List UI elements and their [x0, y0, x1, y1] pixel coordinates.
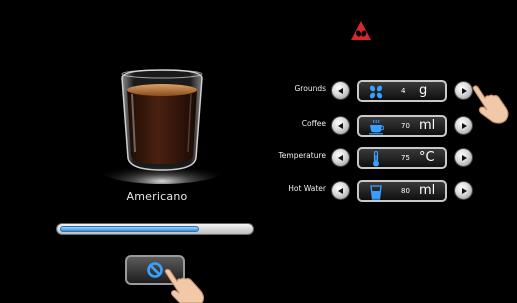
setting-label: Temperature	[278, 151, 326, 160]
brew-progress-bar	[56, 223, 254, 235]
hot-water-value: 80	[401, 187, 410, 195]
arrow-left-icon	[337, 187, 343, 194]
thermometer-icon	[373, 151, 379, 167]
drink-image	[100, 69, 224, 184]
decrease-temperature-button[interactable]	[332, 149, 349, 166]
coffee-value: 70	[401, 122, 410, 130]
progress-fill	[60, 226, 199, 232]
setting-label: Hot Water	[288, 184, 326, 193]
setting-label: Coffee	[301, 119, 326, 128]
arrow-right-icon	[461, 122, 467, 129]
hot-water-value-field[interactable]: 80 ml	[357, 180, 447, 202]
coffee-machine-screen: Americano Grounds 4 g Coffee 70 ml Tempe…	[0, 0, 517, 303]
temperature-value: 75	[401, 154, 410, 162]
coffee-beans-icon	[369, 85, 383, 99]
grounds-unit: g	[419, 83, 428, 98]
temperature-unit: °C	[419, 150, 435, 165]
arrow-left-icon	[337, 87, 343, 94]
setting-row-coffee: Coffee 70 ml	[270, 115, 480, 137]
water-glass-icon	[370, 185, 382, 200]
coffee-logo-icon	[351, 21, 371, 40]
coffee-value-field[interactable]: 70 ml	[357, 115, 447, 137]
coffee-cup-icon	[369, 119, 384, 135]
increase-hot-water-button[interactable]	[455, 182, 472, 199]
setting-row-hot-water: Hot Water 80 ml	[270, 180, 480, 202]
decrease-grounds-button[interactable]	[332, 82, 349, 99]
drink-name-label: Americano	[126, 190, 188, 203]
arrow-right-icon	[461, 187, 467, 194]
pointing-hand-icon	[472, 85, 509, 124]
coffee-unit: ml	[419, 118, 436, 133]
setting-label: Grounds	[294, 84, 327, 93]
pointing-hand-icon	[164, 268, 205, 303]
setting-row-temperature: Temperature 75 °C	[270, 147, 480, 169]
arrow-left-icon	[337, 154, 343, 161]
increase-temperature-button[interactable]	[455, 149, 472, 166]
decrease-coffee-button[interactable]	[332, 117, 349, 134]
hot-water-unit: ml	[419, 183, 436, 198]
arrow-right-icon	[461, 154, 467, 161]
arrow-left-icon	[337, 122, 343, 129]
setting-row-grounds: Grounds 4 g	[270, 80, 480, 102]
grounds-value: 4	[401, 87, 406, 95]
temperature-value-field[interactable]: 75 °C	[357, 147, 447, 169]
decrease-hot-water-button[interactable]	[332, 182, 349, 199]
grounds-value-field[interactable]: 4 g	[357, 80, 447, 102]
arrow-right-icon	[461, 87, 467, 94]
